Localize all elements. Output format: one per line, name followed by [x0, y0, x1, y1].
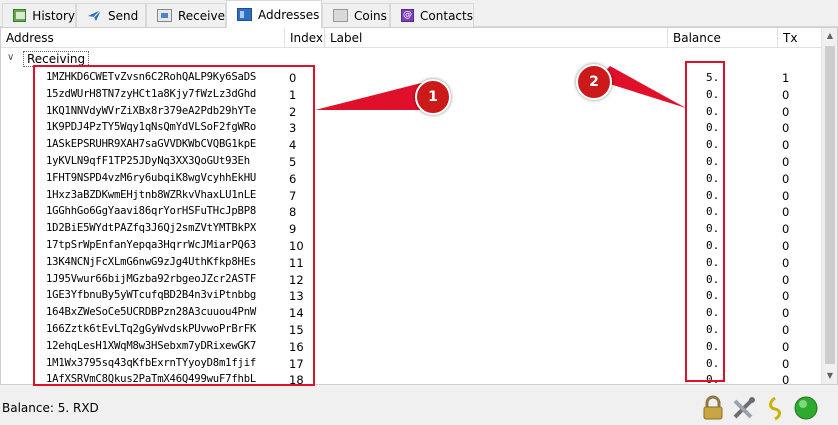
column-header-balance[interactable]: Balance [668, 28, 778, 48]
tx-cell: 0 [782, 222, 790, 237]
balance-status: Balance: 5. RXD [2, 401, 99, 415]
tab-coins[interactable]: Coins [322, 3, 390, 27]
tx-cell: 0 [782, 306, 790, 321]
column-header-label[interactable]: Label [325, 28, 668, 48]
tx-cell: 0 [782, 87, 790, 102]
tab-send[interactable]: Send [76, 3, 146, 27]
table-header: Address Index Label Balance Tx [1, 28, 822, 48]
tab-receive[interactable]: Receive [146, 3, 226, 27]
tx-cell: 0 [782, 239, 790, 253]
history-icon [13, 9, 27, 22]
seed-icon[interactable] [762, 395, 788, 421]
tab-contacts[interactable]: @ Contacts [390, 3, 474, 27]
tools-icon[interactable] [731, 395, 757, 421]
addresses-icon [237, 8, 252, 21]
chevron-down-icon[interactable]: ∨ [7, 53, 17, 63]
scroll-down-icon[interactable]: ▼ [822, 368, 838, 384]
tx-cell: 0 [782, 255, 790, 270]
balance-highlight-box [685, 61, 725, 382]
tab-history-label: History [32, 8, 75, 23]
tx-cell: 0 [782, 205, 790, 220]
tx-cell: 0 [782, 104, 790, 119]
tab-addresses-label: Addresses [258, 7, 320, 22]
tx-cell: 0 [782, 323, 790, 337]
tx-cell: 0 [782, 289, 790, 304]
tx-cell: 0 [782, 356, 790, 371]
tab-receive-label: Receive [178, 8, 225, 23]
column-header-index[interactable]: Index [285, 28, 325, 48]
tx-cell: 0 [782, 339, 790, 354]
tx-cell: 0 [782, 138, 790, 153]
receive-icon [157, 9, 172, 22]
tx-cell: 1 [782, 71, 790, 85]
tx-cell: 0 [782, 155, 790, 169]
coins-icon [333, 9, 348, 22]
tx-cell: 0 [782, 188, 790, 203]
status-bar: Balance: 5. RXD [0, 388, 838, 425]
tab-coins-label: Coins [354, 8, 387, 23]
tx-cell: 0 [782, 121, 790, 136]
lock-icon[interactable] [700, 395, 726, 421]
column-header-address[interactable]: Address [1, 28, 285, 48]
address-highlight-box [33, 65, 315, 386]
tab-send-label: Send [108, 8, 139, 23]
scroll-thumb[interactable] [825, 46, 835, 364]
tx-cell: 0 [782, 373, 790, 385]
vertical-scrollbar[interactable]: ▲ ▼ [821, 28, 837, 384]
send-icon [87, 9, 102, 22]
tab-contacts-label: Contacts [420, 8, 473, 23]
tx-cell: 0 [782, 272, 790, 287]
contacts-icon: @ [401, 9, 415, 22]
annotation-badge-1: 1 [415, 79, 451, 115]
tab-addresses[interactable]: Addresses [226, 0, 322, 28]
scroll-up-icon[interactable]: ▲ [822, 28, 838, 44]
tx-cell: 0 [782, 171, 790, 186]
column-header-tx[interactable]: Tx [778, 28, 822, 48]
network-status-icon[interactable] [793, 395, 819, 421]
annotation-badge-2: 2 [576, 64, 612, 100]
tab-history[interactable]: History [2, 3, 76, 27]
tab-bar: History Send Receive Addresses Coins @ C… [0, 0, 838, 28]
